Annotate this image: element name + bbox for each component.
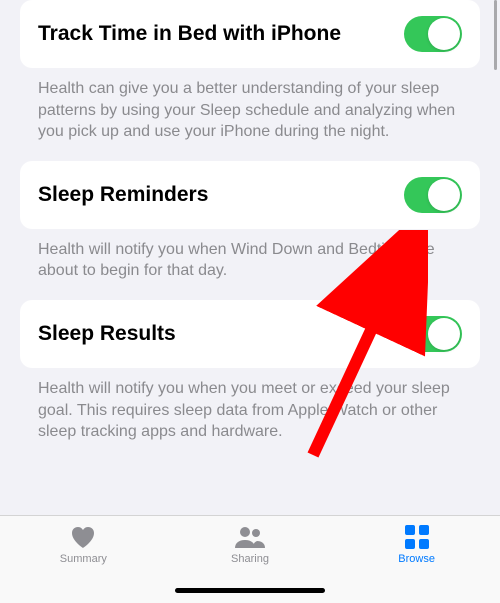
toggle-knob (428, 318, 460, 350)
home-indicator[interactable] (175, 588, 325, 593)
track-time-title: Track Time in Bed with iPhone (38, 21, 341, 47)
tab-sharing[interactable]: Sharing (167, 524, 332, 565)
tab-summary[interactable]: Summary (1, 524, 166, 565)
grid-icon (402, 524, 432, 550)
heart-icon (68, 524, 98, 550)
sleep-results-title: Sleep Results (38, 321, 176, 347)
track-time-description: Health can give you a better understandi… (20, 68, 480, 143)
track-time-in-bed-row: Track Time in Bed with iPhone (20, 0, 480, 68)
tab-browse[interactable]: Browse (334, 524, 499, 565)
sleep-reminders-row: Sleep Reminders (20, 161, 480, 229)
toggle-knob (428, 18, 460, 50)
sleep-results-row: Sleep Results (20, 300, 480, 368)
sleep-reminders-description: Health will notify you when Wind Down an… (20, 229, 480, 282)
tab-browse-label: Browse (398, 553, 435, 565)
tab-bar: Summary Sharing Browse (0, 515, 500, 603)
sleep-results-description: Health will notify you when you meet or … (20, 368, 480, 443)
sleep-reminders-title: Sleep Reminders (38, 182, 208, 208)
tab-sharing-label: Sharing (231, 553, 269, 565)
track-time-toggle[interactable] (404, 16, 462, 52)
toggle-knob (428, 179, 460, 211)
settings-list: Track Time in Bed with iPhone Health can… (0, 0, 500, 443)
tab-summary-label: Summary (60, 553, 107, 565)
people-icon (235, 524, 265, 550)
sleep-reminders-toggle[interactable] (404, 177, 462, 213)
sleep-results-toggle[interactable] (404, 316, 462, 352)
scrollbar[interactable] (494, 0, 497, 70)
